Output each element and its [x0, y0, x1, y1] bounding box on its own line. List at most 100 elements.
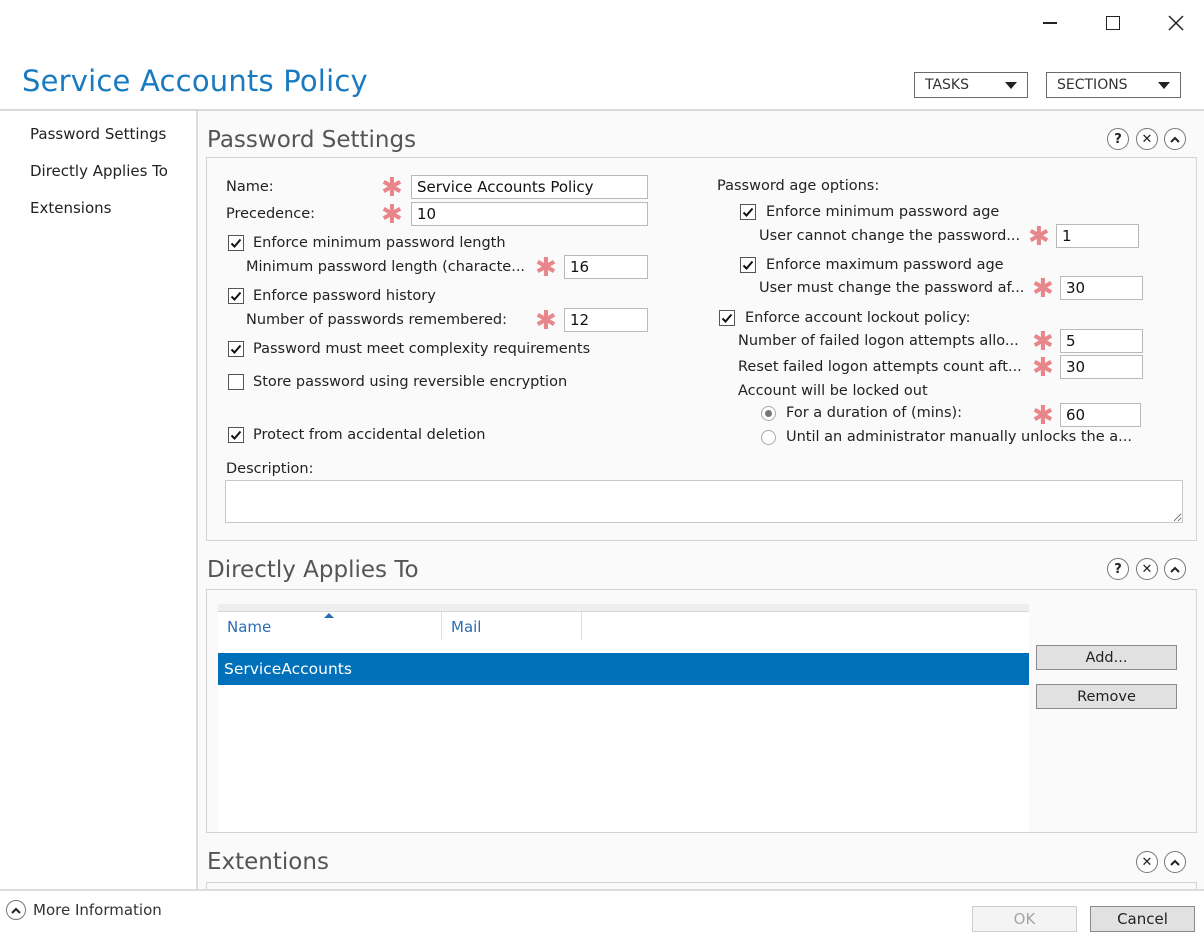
expand-button [6, 900, 26, 920]
checkmark-icon [230, 430, 242, 440]
radio-selected-icon [765, 410, 772, 417]
failed-attempts-label: Number of failed logon attempts allo... [738, 333, 1019, 349]
reversible-encryption-label: Store password using reversible encrypti… [253, 374, 568, 390]
age-options-label: Password age options: [717, 178, 880, 194]
chevron-up-icon [1170, 859, 1180, 866]
required-icon: ✱ [1032, 274, 1054, 304]
complexity-label: Password must meet complexity requiremen… [253, 341, 591, 357]
complexity-checkbox[interactable] [228, 341, 244, 357]
admin-unlock-radio[interactable] [761, 430, 776, 445]
close-icon [1168, 15, 1184, 31]
enforce-min-length-label: Enforce minimum password length [253, 235, 506, 251]
enforce-min-age-checkbox[interactable] [740, 204, 756, 220]
protect-deletion-label: Protect from accidental deletion [253, 427, 486, 443]
cancel-button[interactable]: Cancel [1090, 906, 1195, 932]
sections-label: SECTIONS [1057, 77, 1128, 93]
required-icon: ✱ [381, 173, 403, 203]
max-age-label: User must change the password af... [759, 280, 1025, 296]
chevron-down-icon [1005, 81, 1017, 89]
minimize-button[interactable] [1034, 8, 1066, 38]
help-button[interactable]: ? [1107, 558, 1129, 580]
sections-dropdown[interactable]: SECTIONS [1046, 72, 1181, 98]
collapse-section-button[interactable] [1164, 851, 1186, 873]
required-icon: ✱ [1032, 327, 1054, 357]
column-separator[interactable] [581, 612, 582, 640]
required-icon: ✱ [1032, 401, 1054, 431]
collapse-section-button[interactable] [1164, 128, 1186, 150]
table-header-bar [218, 604, 1029, 612]
remove-button[interactable]: Remove [1036, 684, 1177, 709]
reversible-encryption-checkbox[interactable] [228, 374, 244, 390]
tasks-dropdown[interactable]: TASKS [914, 72, 1028, 98]
min-length-input[interactable] [564, 255, 648, 279]
name-input[interactable] [411, 175, 648, 199]
sidebar-item-directly-applies-to[interactable]: Directly Applies To [30, 162, 168, 180]
help-icon: ? [1114, 131, 1122, 147]
help-icon: ? [1114, 561, 1122, 577]
history-input[interactable] [564, 308, 648, 332]
enforce-history-checkbox[interactable] [228, 288, 244, 304]
description-input[interactable] [225, 480, 1183, 523]
required-icon: ✱ [535, 306, 557, 336]
close-icon: ✕ [1141, 854, 1153, 870]
column-header-name[interactable]: Name [227, 618, 271, 636]
more-information-label: More Information [33, 901, 162, 919]
min-age-label: User cannot change the password... [759, 228, 1021, 244]
column-header-mail[interactable]: Mail [451, 618, 481, 636]
checkmark-icon [230, 344, 242, 354]
chevron-up-icon [1170, 136, 1180, 143]
enforce-max-age-checkbox[interactable] [740, 257, 756, 273]
collapse-section-button[interactable] [1164, 558, 1186, 580]
ok-button[interactable]: OK [972, 906, 1077, 932]
members-table [218, 604, 1029, 832]
more-information-toggle[interactable]: More Information [6, 900, 162, 920]
duration-radio[interactable] [761, 406, 776, 421]
sidebar-divider [196, 111, 198, 889]
directly-applies-to-title: Directly Applies To [207, 557, 419, 583]
failed-attempts-input[interactable] [1060, 329, 1143, 353]
min-age-input[interactable] [1056, 224, 1139, 248]
close-window-button[interactable] [1160, 8, 1192, 38]
required-icon: ✱ [535, 253, 557, 283]
sidebar-item-extensions[interactable]: Extensions [30, 199, 111, 217]
max-age-input[interactable] [1060, 276, 1143, 300]
min-length-label: Minimum password length (characte... [246, 259, 526, 275]
add-button[interactable]: Add... [1036, 645, 1177, 670]
tasks-label: TASKS [925, 77, 969, 93]
checkmark-icon [721, 313, 733, 323]
close-icon: ✕ [1141, 131, 1153, 147]
maximize-icon [1106, 16, 1120, 30]
chevron-up-icon [11, 907, 21, 914]
sort-ascending-icon [324, 613, 334, 618]
enforce-min-length-checkbox[interactable] [228, 235, 244, 251]
enforce-max-age-label: Enforce maximum password age [766, 257, 1004, 273]
name-label: Name: [226, 179, 274, 195]
maximize-button[interactable] [1097, 8, 1129, 38]
help-button[interactable]: ? [1107, 128, 1129, 150]
close-section-button[interactable]: ✕ [1136, 128, 1158, 150]
admin-unlock-label: Until an administrator manually unlocks … [786, 429, 1132, 445]
checkmark-icon [742, 207, 754, 217]
minimize-icon [1043, 22, 1057, 24]
enforce-min-age-label: Enforce minimum password age [766, 204, 1000, 220]
lockout-policy-checkbox[interactable] [719, 310, 735, 326]
close-icon: ✕ [1141, 561, 1153, 577]
sidebar-item-password-settings[interactable]: Password Settings [30, 125, 166, 143]
chevron-up-icon [1170, 566, 1180, 573]
precedence-label: Precedence: [226, 206, 316, 222]
protect-deletion-checkbox[interactable] [228, 427, 244, 443]
column-separator[interactable] [441, 612, 442, 640]
locked-out-label: Account will be locked out [738, 383, 928, 399]
description-label: Description: [226, 461, 314, 477]
close-section-button[interactable]: ✕ [1136, 558, 1158, 580]
reset-count-input[interactable] [1060, 355, 1143, 379]
required-icon: ✱ [1028, 222, 1050, 252]
password-settings-title: Password Settings [207, 127, 417, 153]
history-label: Number of passwords remembered: [246, 312, 507, 328]
close-section-button[interactable]: ✕ [1136, 851, 1158, 873]
precedence-input[interactable] [411, 202, 648, 226]
reset-count-label: Reset failed logon attempts count aft... [738, 359, 1022, 375]
required-icon: ✱ [381, 200, 403, 230]
table-row[interactable]: ServiceAccounts [218, 653, 1029, 685]
duration-input[interactable] [1060, 403, 1141, 427]
